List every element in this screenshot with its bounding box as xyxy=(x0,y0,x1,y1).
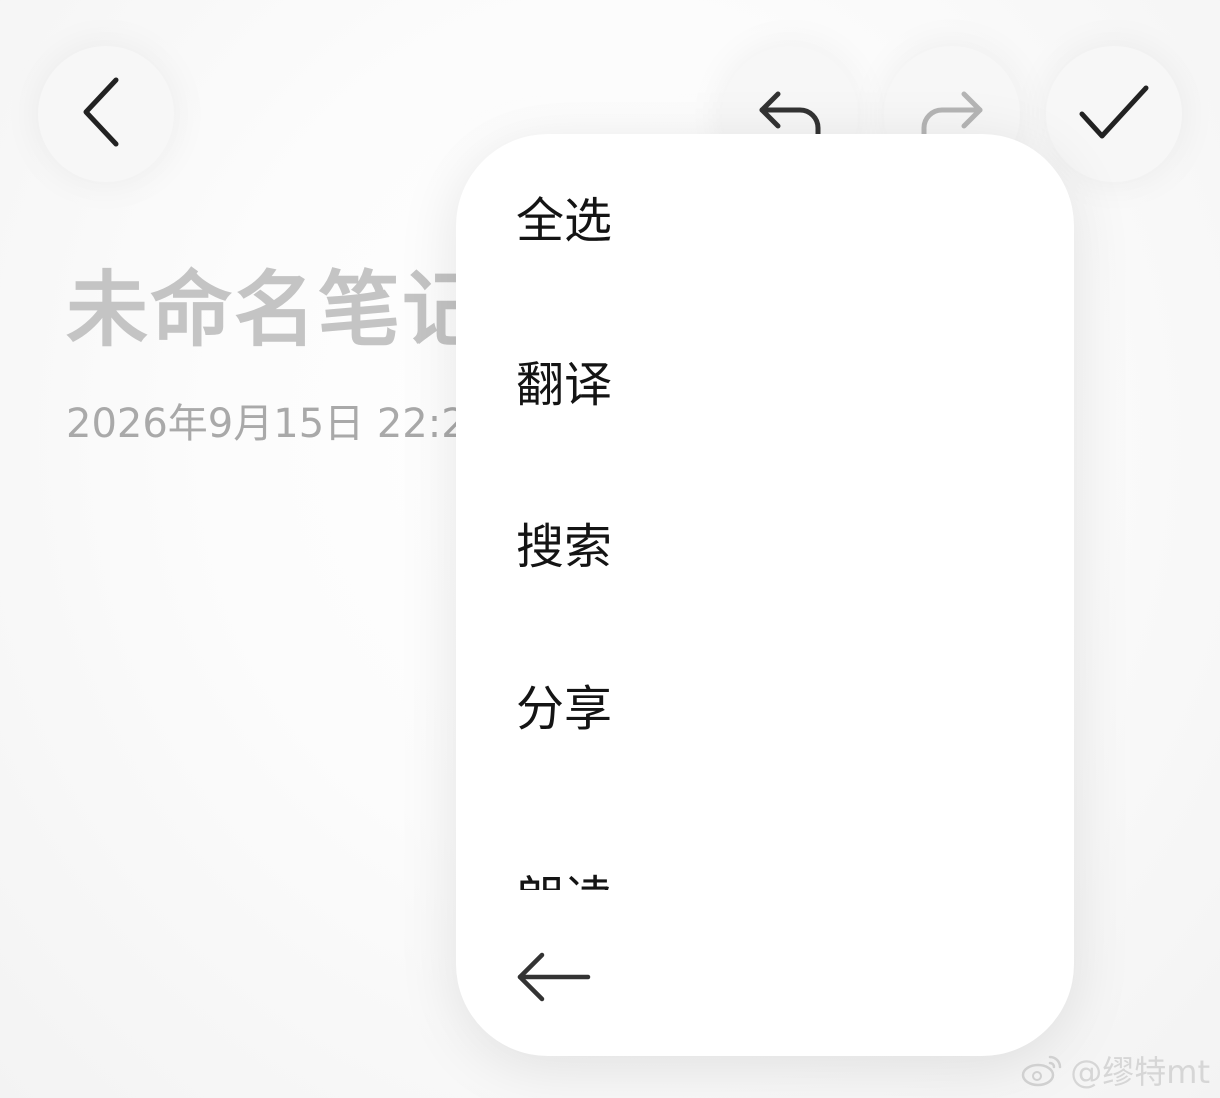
menu-item-select-all[interactable]: 全选 xyxy=(516,166,1016,266)
arrow-left-icon xyxy=(517,952,591,1002)
menu-item-label: 分享 xyxy=(516,681,613,737)
menu-item-label: 搜索 xyxy=(516,519,613,575)
menu-item-search[interactable]: 搜索 xyxy=(516,492,1016,592)
menu-item-label: 朗读 xyxy=(516,859,612,890)
menu-item-read-aloud[interactable]: 朗读 xyxy=(516,844,1016,890)
menu-item-label: 全选 xyxy=(516,193,613,249)
weibo-icon xyxy=(1022,1055,1062,1087)
watermark-text: @缪特mt xyxy=(1070,1053,1210,1091)
note-title[interactable]: 未命名笔记 xyxy=(66,265,486,356)
watermark: @缪特mt xyxy=(1020,1048,1210,1092)
note-date: 2026年9月15日 22:21 xyxy=(66,401,493,447)
check-icon xyxy=(1079,85,1149,139)
context-menu: 全选 翻译 搜索 分享 朗读 xyxy=(456,134,1074,1056)
back-button[interactable] xyxy=(38,46,174,182)
menu-item-translate[interactable]: 翻译 xyxy=(516,330,1016,430)
menu-item-label: 翻译 xyxy=(516,357,613,413)
menu-list: 全选 翻译 搜索 分享 朗读 xyxy=(456,134,1074,890)
menu-item-share[interactable]: 分享 xyxy=(516,654,1016,754)
chevron-left-icon xyxy=(83,77,119,147)
menu-back-button[interactable] xyxy=(514,942,594,1012)
